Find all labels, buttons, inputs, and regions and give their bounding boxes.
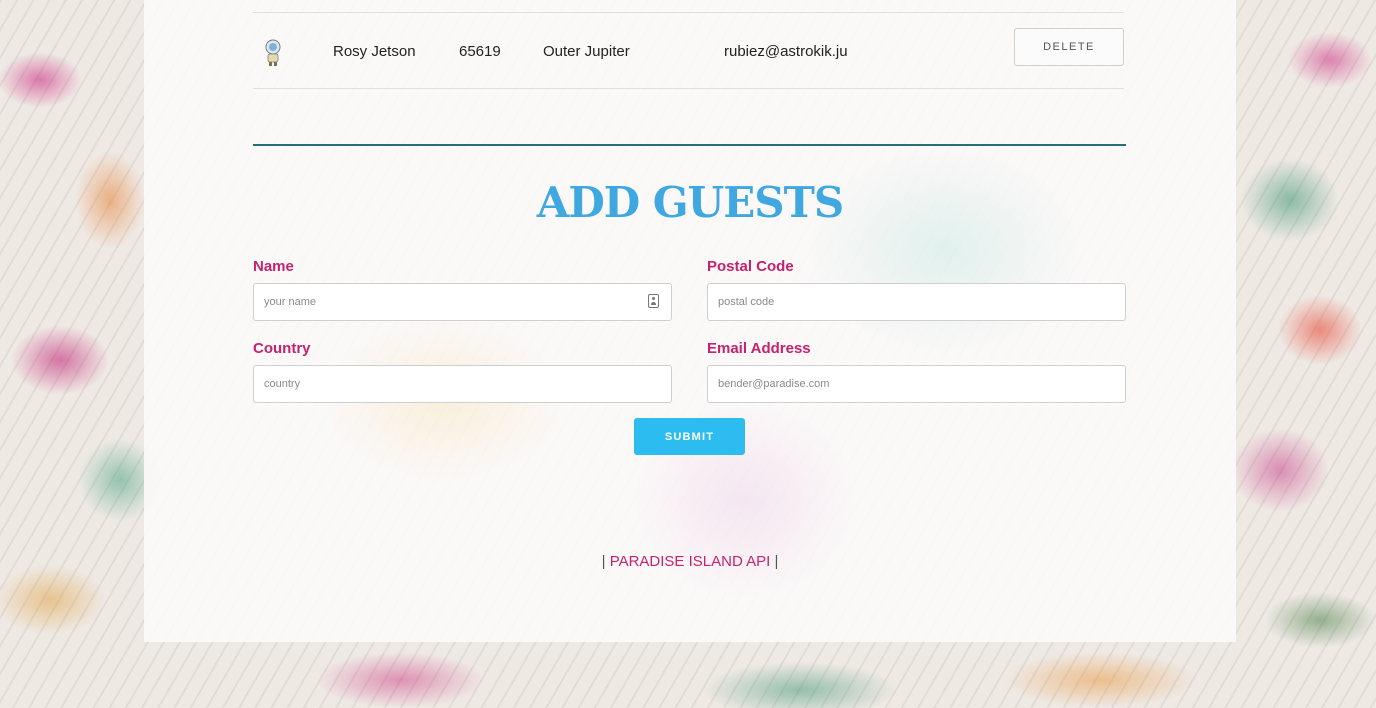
guest-email: rubiez@astrokik.ju [724, 43, 848, 60]
contact-card-icon[interactable] [648, 294, 659, 308]
guest-row: Rosy Jetson 65619 Outer Jupiter rubiez@a… [253, 12, 1124, 89]
footer: | PARADISE ISLAND API | [144, 553, 1236, 570]
name-label: Name [253, 258, 294, 275]
astronaut-icon [265, 39, 281, 66]
country-input[interactable] [253, 365, 672, 403]
section-divider [253, 144, 1126, 146]
name-input[interactable] [253, 283, 672, 321]
postal-code-input[interactable] [707, 283, 1126, 321]
email-input[interactable] [707, 365, 1126, 403]
submit-button[interactable]: SUBMIT [634, 418, 745, 455]
content-panel: Rosy Jetson 65619 Outer Jupiter rubiez@a… [144, 0, 1236, 642]
postal-code-label: Postal Code [707, 258, 794, 275]
footer-pipe-right: | [774, 553, 779, 570]
email-label: Email Address [707, 340, 811, 357]
add-guests-title: ADD GUESTS [536, 178, 844, 227]
footer-pipe-left: | [601, 553, 606, 570]
delete-button[interactable]: DELETE [1014, 28, 1124, 66]
country-label: Country [253, 340, 311, 357]
guest-country: Outer Jupiter [543, 43, 630, 60]
guest-postal-code: 65619 [459, 43, 501, 60]
footer-link[interactable]: PARADISE ISLAND API [610, 553, 771, 570]
guest-name: Rosy Jetson [333, 43, 416, 60]
